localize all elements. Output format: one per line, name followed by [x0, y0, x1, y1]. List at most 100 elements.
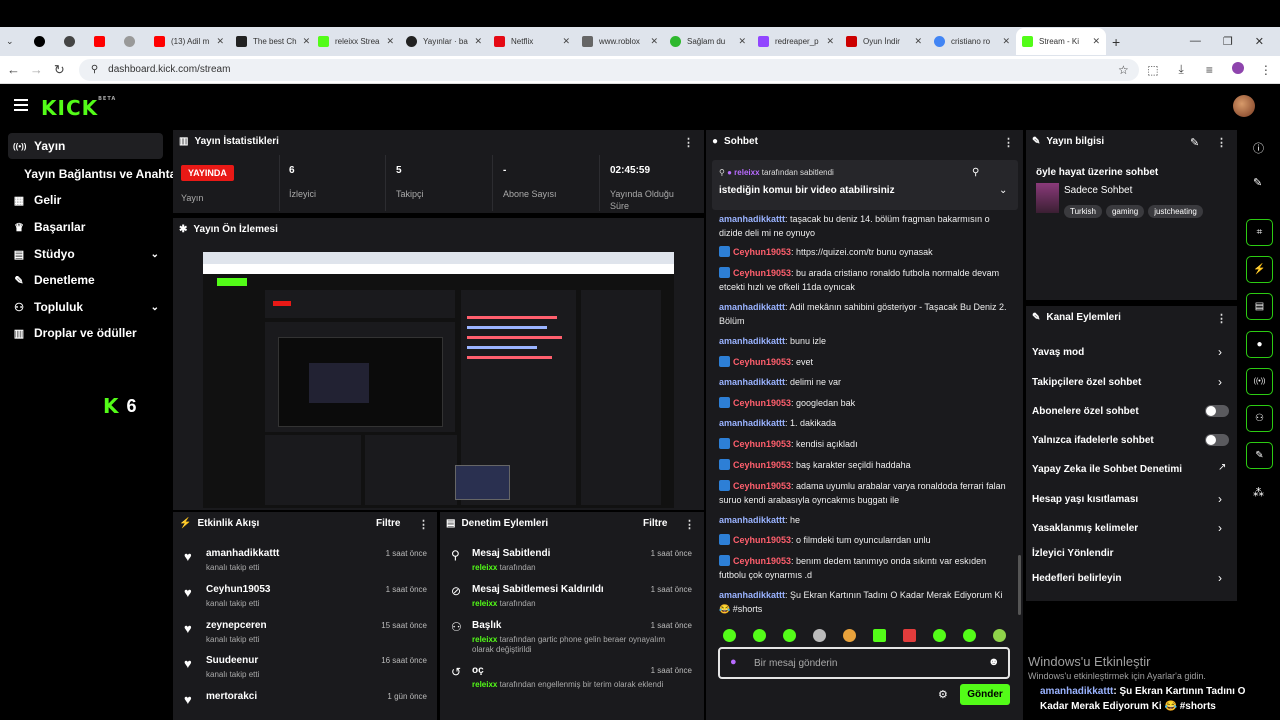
chevron-right-icon[interactable]: ›	[1218, 345, 1222, 359]
hamburger-menu-icon[interactable]	[14, 99, 28, 111]
category-name[interactable]: Sadece Sohbet	[1064, 185, 1132, 196]
emote-only-toggle[interactable]	[1205, 434, 1229, 446]
chat-username[interactable]: amanhadikkattt	[719, 418, 785, 428]
mod-user[interactable]: releixx	[472, 635, 497, 644]
close-icon[interactable]: ✕	[303, 36, 311, 47]
browser-tab[interactable]: Netflix ✕	[488, 28, 576, 55]
rail-button-tools[interactable]: ✎	[1246, 442, 1273, 469]
url-field[interactable]: ⚲ dashboard.kick.com/stream ☆	[78, 58, 1139, 81]
rail-button-screenshot[interactable]: ⌗	[1246, 219, 1273, 246]
browser-tab[interactable]: Sağlam du ✕	[664, 28, 752, 55]
unpin-icon[interactable]: ⚲	[972, 167, 979, 178]
sidebar-item-revenue[interactable]: ▦ Gelir	[8, 187, 163, 213]
mod-user[interactable]: releixx	[472, 599, 497, 608]
chat-username[interactable]: amanhadikkattt	[719, 590, 785, 600]
chat-username[interactable]: Ceyhun19053	[733, 535, 791, 545]
close-icon[interactable]: ✕	[650, 36, 658, 47]
media-icon[interactable]: ≡	[1195, 63, 1223, 77]
chat-username[interactable]: amanhadikkattt	[719, 377, 785, 387]
close-icon[interactable]: ✕	[1002, 36, 1010, 47]
chevron-down-icon[interactable]: ⌄	[999, 185, 1007, 196]
action-set-goals[interactable]: Hedefleri belirleyin	[1032, 573, 1121, 584]
send-button[interactable]: Gönder	[960, 684, 1010, 705]
chat-username[interactable]: Ceyhun19053	[733, 357, 791, 367]
mod-user[interactable]: releixx	[472, 680, 497, 689]
browser-tab[interactable]: Oyun İndir ✕	[840, 28, 928, 55]
category-thumbnail[interactable]	[1036, 183, 1059, 213]
close-icon[interactable]: ✕	[1092, 36, 1100, 47]
emote-icon[interactable]	[753, 629, 766, 642]
star-icon[interactable]: ☆	[1118, 63, 1129, 77]
tag[interactable]: Turkish	[1064, 205, 1102, 218]
browser-tab[interactable]: cristiano ro ✕	[928, 28, 1016, 55]
share-icon[interactable]: ⁂	[1253, 486, 1264, 499]
activity-more-icon[interactable]: ⋮	[418, 518, 429, 531]
emote-icon[interactable]	[813, 629, 826, 642]
kick-logo[interactable]: KICKBETA	[41, 96, 116, 120]
sidebar-item-community[interactable]: ⚇ Topluluk ⌄	[8, 294, 163, 320]
rail-button-notes[interactable]: ▤	[1246, 293, 1273, 320]
download-icon[interactable]: ⤓	[1167, 62, 1195, 77]
browser-tab[interactable]: The best Ch ✕	[230, 28, 312, 55]
browser-tab[interactable]	[118, 28, 148, 55]
activity-filter-button[interactable]: Filtre	[376, 518, 400, 529]
moderation-filter-button[interactable]: Filtre	[643, 518, 667, 529]
channel-actions-more-icon[interactable]: ⋮	[1216, 312, 1227, 325]
action-ai-moderation[interactable]: Yapay Zeka ile Sohbet Denetimi	[1032, 464, 1182, 475]
emoji-icon[interactable]: ☻	[988, 656, 1000, 668]
browser-tab[interactable]	[58, 28, 88, 55]
stats-more-icon[interactable]: ⋮	[683, 136, 694, 149]
chat-input[interactable]: ● Bir mesaj gönderin ☻	[718, 647, 1010, 679]
emote-icon[interactable]	[903, 629, 916, 642]
close-icon[interactable]: ✕	[914, 36, 922, 47]
chat-username[interactable]: amanhadikkattt	[719, 302, 785, 312]
rail-button-users[interactable]: ⚇	[1246, 405, 1273, 432]
sidebar-item-moderation[interactable]: ✎ Denetleme	[8, 267, 163, 293]
tab-search-button[interactable]: ⌄	[0, 28, 28, 55]
emote-icon[interactable]	[783, 629, 796, 642]
close-icon[interactable]: ✕	[738, 36, 746, 47]
minimize-icon[interactable]: —	[1190, 35, 1201, 48]
action-account-age[interactable]: Hesap yaşı kısıtlaması	[1032, 494, 1138, 505]
sidebar-item-studio[interactable]: ▤ Stüdyo ⌄	[8, 241, 163, 267]
chat-username[interactable]: Ceyhun19053	[733, 268, 791, 278]
subscribers-only-toggle[interactable]	[1205, 405, 1229, 417]
emote-icon[interactable]	[723, 629, 736, 642]
tag[interactable]: gaming	[1105, 205, 1145, 218]
edit-icon[interactable]: ✎	[1190, 136, 1199, 149]
info-icon[interactable]: ⓘ	[1253, 140, 1264, 156]
chevron-right-icon[interactable]: ›	[1218, 492, 1222, 506]
chevron-right-icon[interactable]: ›	[1218, 521, 1222, 535]
reload-icon[interactable]: ↻	[48, 62, 71, 78]
close-icon[interactable]: ✕	[562, 36, 570, 47]
action-banned-words[interactable]: Yasaklanmış kelimeler	[1032, 523, 1138, 534]
browser-tab[interactable]: Yayınlar · ba ✕	[400, 28, 488, 55]
profile-icon[interactable]	[1224, 62, 1252, 77]
site-info-icon[interactable]: ⚲	[91, 64, 98, 75]
stream-preview-video[interactable]	[203, 252, 674, 508]
emote-icon[interactable]	[993, 629, 1006, 642]
settings-icon[interactable]: ⚙	[938, 688, 948, 701]
chat-username[interactable]: Ceyhun19053	[733, 398, 791, 408]
action-host-viewers[interactable]: İzleyici Yönlendir	[1032, 548, 1114, 559]
menu-icon[interactable]: ⋮	[1252, 63, 1280, 77]
sidebar-item-achievements[interactable]: ♛ Başarılar	[8, 214, 163, 240]
chat-username[interactable]: amanhadikkattt	[719, 336, 785, 346]
chat-username[interactable]: Ceyhun19053	[733, 247, 791, 257]
close-icon[interactable]: ✕	[826, 36, 834, 47]
rail-button-broadcast[interactable]: ((•))	[1246, 368, 1273, 395]
close-icon[interactable]: ✕	[386, 36, 394, 47]
tag[interactable]: justcheating	[1148, 205, 1203, 218]
forward-icon[interactable]: →	[25, 62, 48, 77]
rail-button-lightning[interactable]: ⚡	[1246, 256, 1273, 283]
external-link-icon[interactable]: ↗	[1218, 462, 1226, 473]
maximize-icon[interactable]: ❐	[1223, 35, 1233, 48]
browser-tab[interactable]: www.roblox ✕	[576, 28, 664, 55]
chat-more-icon[interactable]: ⋮	[1003, 136, 1014, 149]
close-window-icon[interactable]: ✕	[1255, 35, 1264, 48]
chat-scrollbar[interactable]	[1018, 555, 1021, 615]
chat-username[interactable]: Ceyhun19053	[733, 556, 791, 566]
stream-info-more-icon[interactable]: ⋮	[1216, 136, 1227, 149]
moderation-more-icon[interactable]: ⋮	[684, 518, 695, 531]
close-icon[interactable]: ✕	[216, 36, 224, 47]
